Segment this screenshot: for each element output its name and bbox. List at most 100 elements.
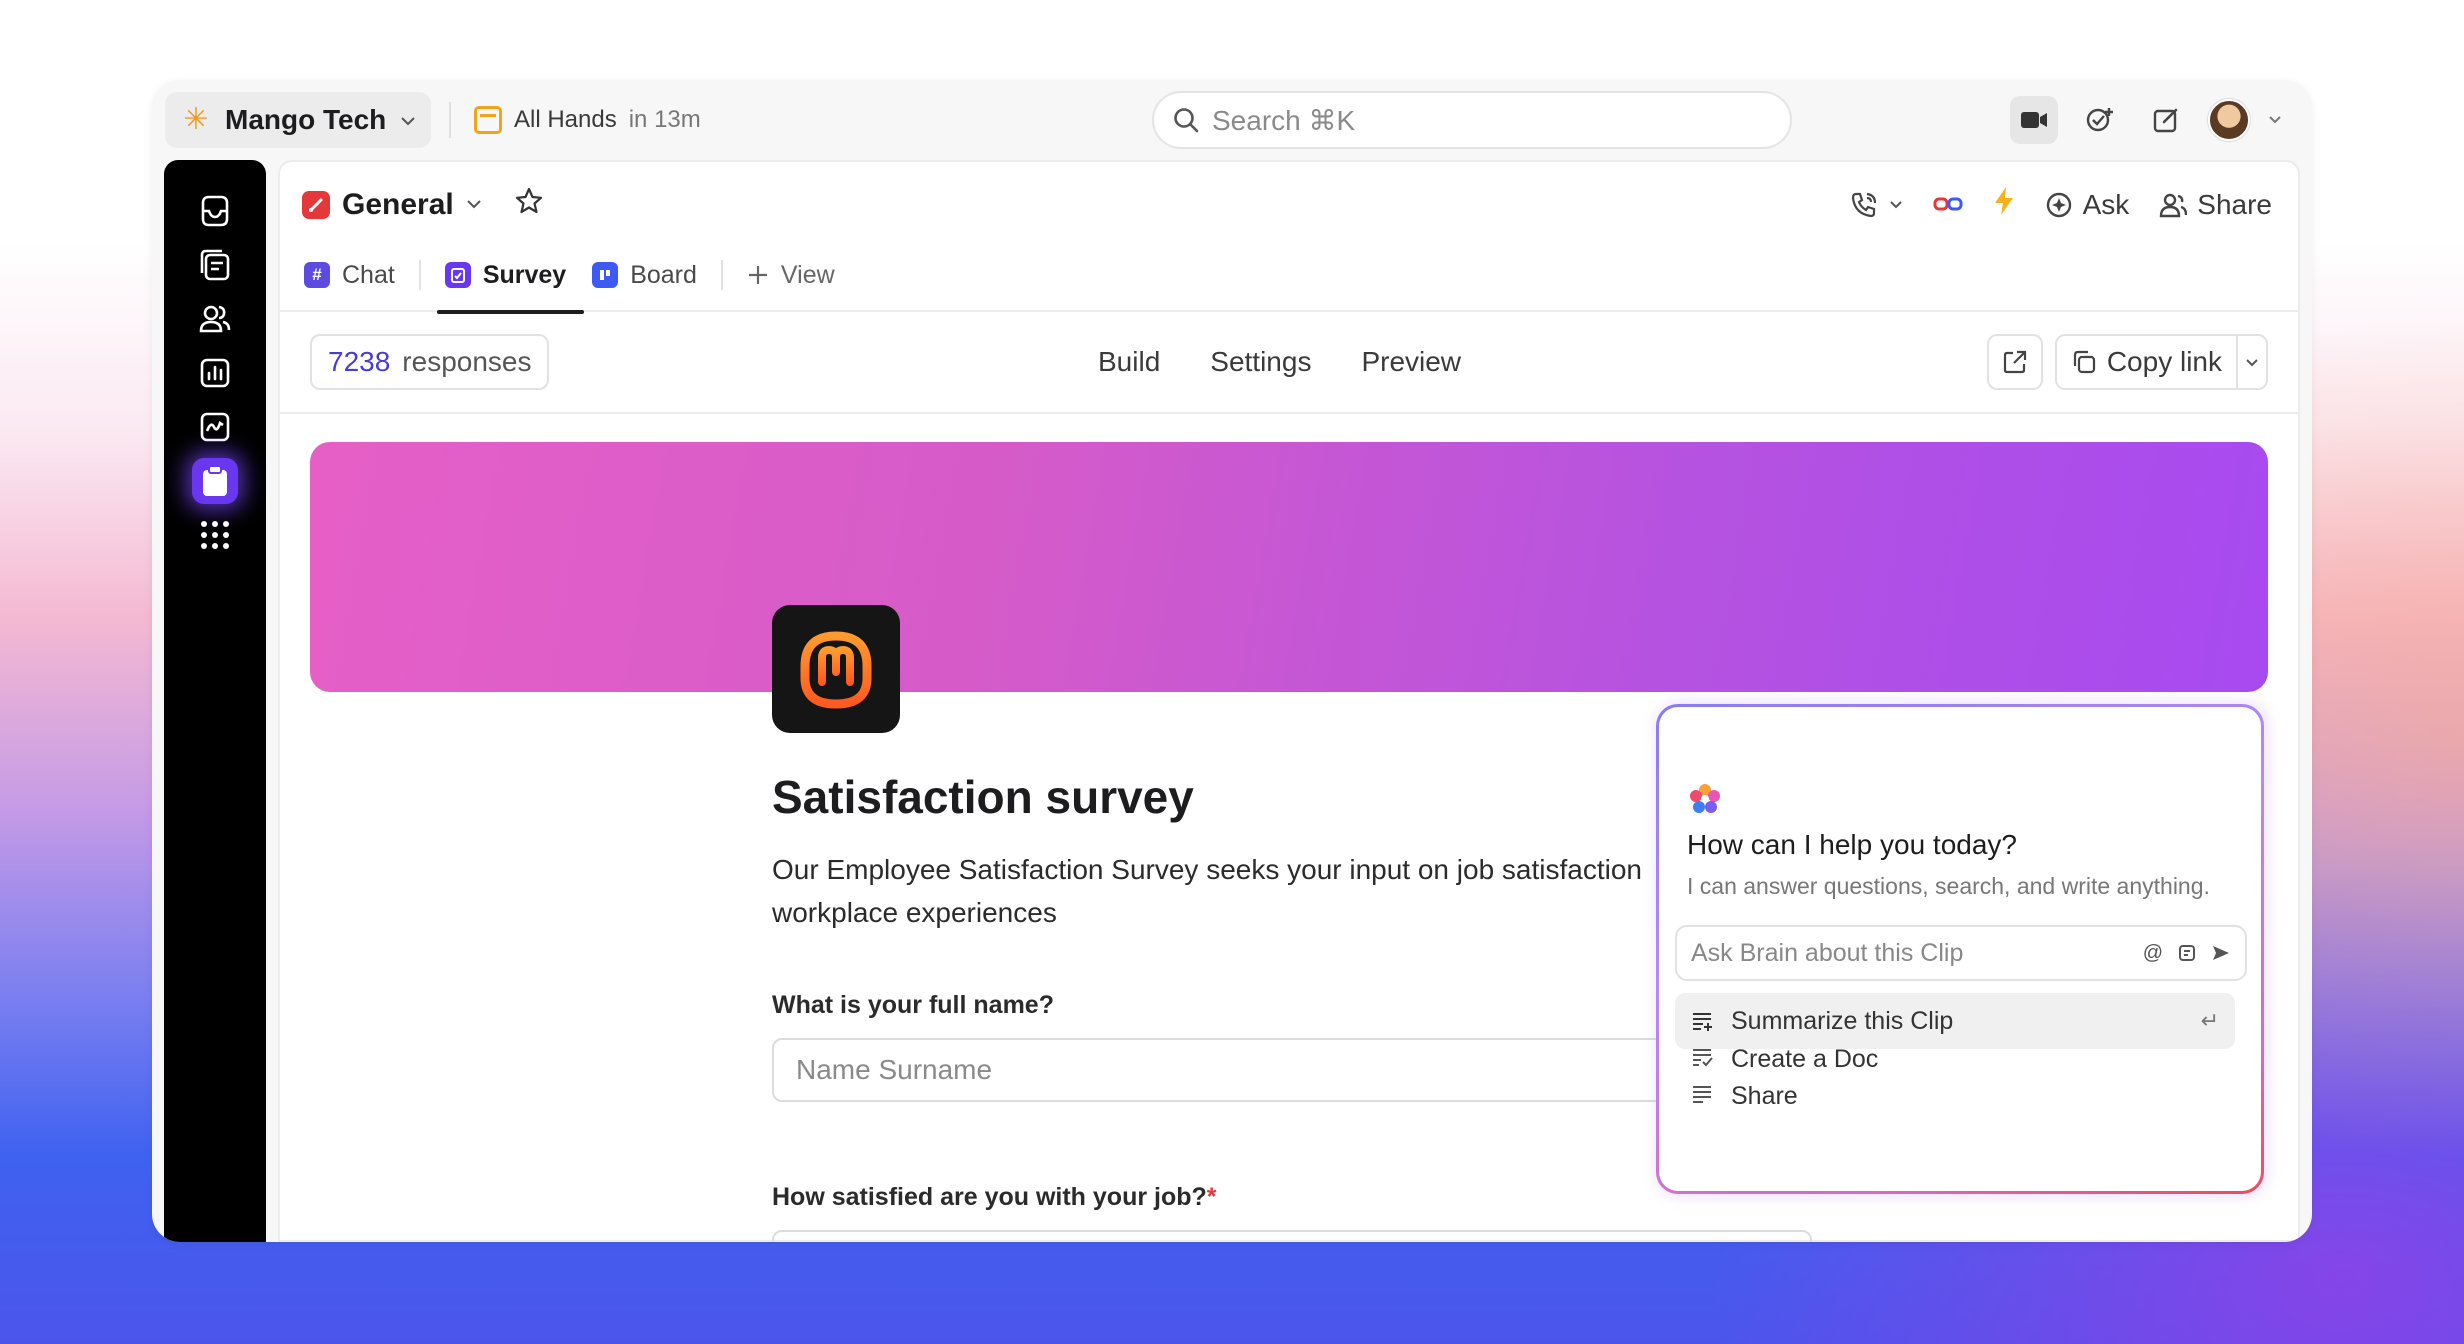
description-line: workplace experiences (772, 897, 1057, 928)
survey-title: Satisfaction survey (772, 771, 1194, 823)
required-marker: * (1206, 1183, 1217, 1211)
external-link-icon (2003, 350, 2026, 374)
share-label: Share (2197, 188, 2272, 220)
tab-label: Chat (342, 260, 395, 289)
brain-icon (2046, 192, 2071, 217)
rail-item-more[interactable] (192, 512, 238, 558)
plus-icon (748, 266, 767, 284)
video-camera-icon (2021, 112, 2047, 128)
brain-title: How can I help you today? (1687, 829, 2017, 860)
response-count: 7238 (328, 346, 391, 377)
rail-item-whiteboards[interactable] (192, 404, 238, 450)
clipboard-icon (444, 262, 471, 288)
upcoming-meeting[interactable]: All Hands in 13m (474, 100, 701, 140)
open-external-button[interactable] (1986, 334, 2043, 390)
tab-chat[interactable]: # Chat (302, 246, 413, 312)
copy-link-label: Copy link (2106, 346, 2222, 377)
meeting-title: All Hands (514, 106, 617, 133)
add-view-button[interactable]: View (729, 246, 853, 312)
responses-counter[interactable]: 7238 responses (310, 334, 550, 390)
clip-recorder-icon[interactable] (1933, 189, 1963, 221)
divider (449, 102, 451, 138)
response-label: responses (402, 346, 532, 377)
survey-toolbar: 7238 responses Build Settings Preview Co… (280, 312, 2298, 414)
app-window: ✳ Mango Tech All Hands in 13m Search ⌘K (152, 80, 2312, 1242)
question-label: How satisfied are you with your job?* (772, 1183, 1217, 1212)
brand-logo-icon (772, 605, 900, 733)
video-call-button[interactable] (2010, 96, 2058, 144)
chevron-down-icon[interactable] (2268, 111, 2282, 129)
top-bar: ✳ Mango Tech All Hands in 13m Search ⌘K (152, 80, 2312, 160)
tab-label: View (780, 260, 835, 289)
rail-item-dashboards[interactable] (192, 350, 238, 396)
board-icon (592, 262, 619, 288)
divider (418, 260, 421, 290)
people-icon (199, 305, 231, 333)
divider (720, 260, 723, 290)
inbox-icon (201, 195, 229, 227)
copy-link-button[interactable]: Copy link (2054, 334, 2268, 390)
search-placeholder: Search ⌘K (1212, 104, 1356, 136)
workspace-switcher[interactable]: ✳ Mango Tech (165, 92, 431, 148)
search-bar[interactable]: Search ⌘K (1152, 91, 1792, 149)
channel-header: General Ask Share # Chat Survey Board Vi… (280, 162, 2298, 314)
phone-icon (1851, 192, 1876, 217)
satisfaction-input[interactable] (772, 1230, 1812, 1242)
mention-icon[interactable]: @ (2143, 942, 2163, 965)
channel-name: General (342, 188, 454, 221)
star-icon[interactable] (514, 186, 544, 224)
rail-item-docs[interactable] (192, 242, 238, 288)
nav-build[interactable]: Build (1098, 346, 1160, 378)
tab-label: Board (630, 260, 697, 289)
description-line: Our Employee Satisfaction Survey seeks y… (772, 854, 1642, 885)
chevron-down-icon (466, 196, 482, 214)
channel-title[interactable]: General (302, 186, 544, 224)
workspace-logo-icon: ✳ (183, 103, 209, 136)
survey-share-actions: Copy link (1986, 334, 2268, 390)
brain-input-placeholder: Ask Brain about this Clip (1691, 938, 1964, 967)
ask-button[interactable]: Ask (2045, 189, 2129, 221)
question-text: How satisfied are you with your job? (772, 1183, 1207, 1211)
share-people-icon (2160, 193, 2188, 217)
compose-button[interactable] (2142, 96, 2190, 144)
calendar-icon (474, 106, 502, 134)
tab-board[interactable]: Board (584, 246, 715, 312)
brain-option-share[interactable]: Share (1675, 1068, 2235, 1124)
channel-icon (302, 191, 330, 219)
survey-nav: Build Settings Preview (1098, 334, 1461, 390)
clipboard-icon (203, 465, 227, 496)
lines-icon (1691, 1082, 1713, 1111)
tab-label: Survey (482, 260, 567, 289)
option-label: Share (1731, 1081, 1798, 1110)
rail-item-home[interactable] (192, 188, 238, 234)
rail-item-forms[interactable] (192, 458, 238, 504)
user-avatar[interactable] (2208, 99, 2250, 141)
hash-icon: # (304, 262, 330, 288)
view-tabs: # Chat Survey Board View (302, 246, 853, 314)
document-icon (200, 249, 230, 281)
copy-options-dropdown[interactable] (2236, 336, 2266, 388)
meeting-time: in 13m (628, 106, 701, 133)
chevron-down-icon (400, 110, 416, 131)
whiteboard-icon (200, 412, 230, 442)
nav-settings[interactable]: Settings (1210, 346, 1311, 378)
survey-description: Our Employee Satisfaction Survey seeks y… (772, 848, 1732, 934)
workspace-name: Mango Tech (225, 104, 387, 135)
call-button[interactable] (1849, 190, 1903, 220)
chevron-down-icon (1889, 201, 1902, 209)
attach-doc-icon[interactable] (2177, 943, 2197, 963)
brain-logo-icon (1690, 784, 1720, 813)
rail-item-people[interactable] (192, 296, 238, 342)
brain-subtitle: I can answer questions, search, and writ… (1687, 873, 2210, 899)
lightning-icon[interactable] (1993, 186, 2015, 223)
summarize-icon (1693, 1013, 1712, 1031)
brain-input[interactable]: Ask Brain about this Clip @ (1675, 925, 2247, 981)
left-rail (164, 160, 266, 1242)
send-icon[interactable] (2211, 943, 2231, 963)
tab-survey[interactable]: Survey (427, 246, 585, 314)
new-task-button[interactable] (2076, 96, 2124, 144)
nav-preview[interactable]: Preview (1361, 346, 1461, 378)
brain-popup: How can I help you today? I can answer q… (1656, 704, 2264, 1194)
bar-chart-icon (200, 358, 230, 388)
share-button[interactable]: Share (2159, 189, 2272, 221)
